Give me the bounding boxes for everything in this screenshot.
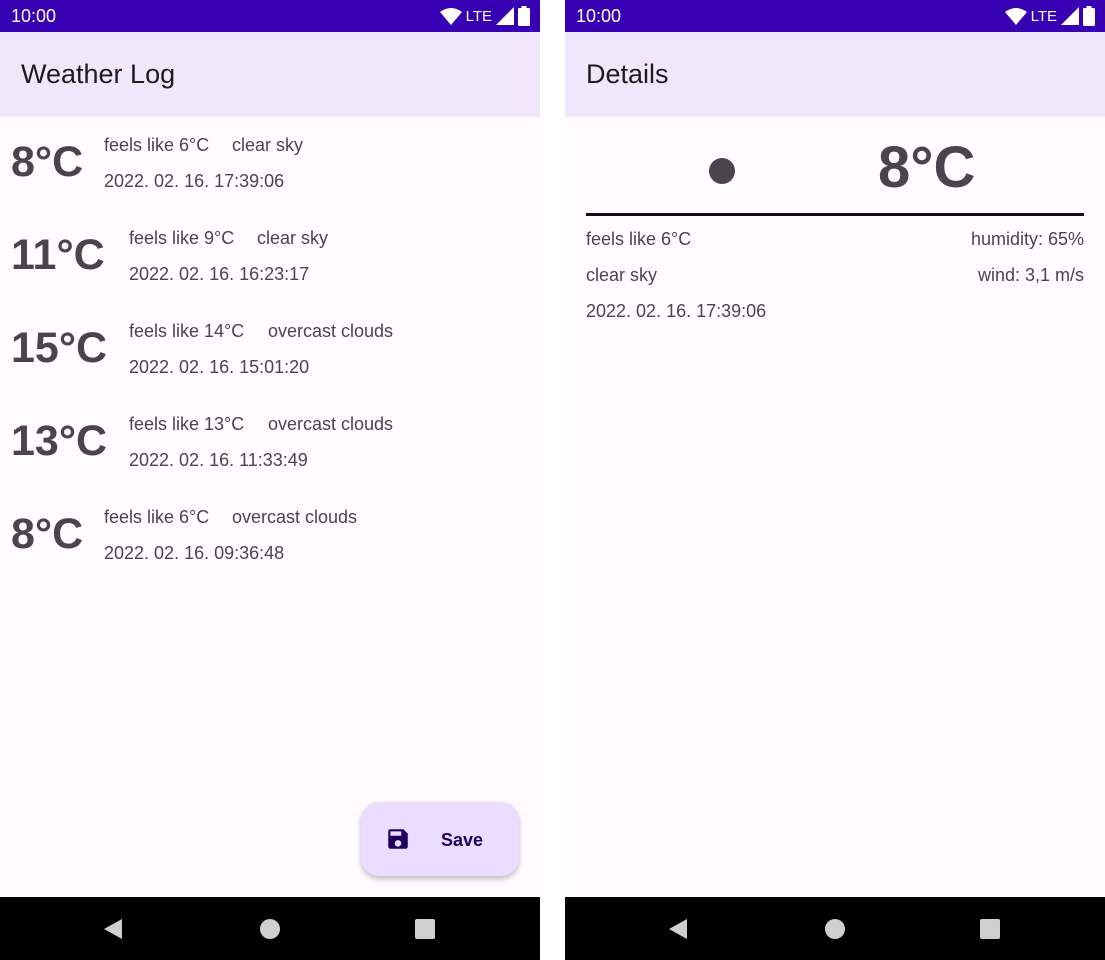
log-list-item[interactable]: 8°C feels like 6°C overcast clouds 2022.… <box>0 502 540 595</box>
detail-humidity: humidity: 65% <box>970 229 1084 249</box>
recents-icon[interactable] <box>976 915 1004 943</box>
log-datetime: 2022. 02. 16. 17:39:06 <box>104 171 285 191</box>
page-title: Details <box>586 59 669 89</box>
status-icons: LTE <box>439 6 530 26</box>
back-icon[interactable] <box>100 915 128 943</box>
status-bar: 10:00 LTE <box>0 0 540 32</box>
save-icon <box>388 829 408 849</box>
details-screen: 10:00 LTE Details 8°C feels like 6°C hum… <box>565 0 1105 960</box>
top-app-bar: Weather Log <box>0 32 540 117</box>
network-type-label: LTE <box>465 7 492 25</box>
log-feels-like: feels like 9°C <box>129 228 235 248</box>
status-time: 10:00 <box>11 6 57 26</box>
weather-log-screen: 10:00 LTE Weather Log 8°C feels like 6°C… <box>0 0 540 960</box>
system-nav-bar <box>0 897 540 960</box>
recents-icon[interactable] <box>411 915 439 943</box>
back-icon[interactable] <box>665 915 693 943</box>
home-icon[interactable] <box>256 915 284 943</box>
log-feels-like: feels like 6°C <box>104 507 210 527</box>
wifi-icon <box>439 8 462 25</box>
log-datetime: 2022. 02. 16. 15:01:20 <box>129 357 310 377</box>
status-time: 10:00 <box>576 6 622 26</box>
log-datetime: 2022. 02. 16. 09:36:48 <box>104 543 285 563</box>
battery-icon <box>1083 6 1095 26</box>
system-nav-bar <box>565 897 1105 960</box>
status-icons: LTE <box>1004 6 1095 26</box>
log-feels-like: feels like 13°C <box>129 414 245 434</box>
log-temperature: 11°C <box>11 231 105 279</box>
log-temperature: 8°C <box>11 138 84 186</box>
log-list-item[interactable]: 11°C feels like 9°C clear sky 2022. 02. … <box>0 223 540 316</box>
detail-wind: wind: 3,1 m/s <box>977 265 1084 285</box>
save-button[interactable]: Save <box>361 802 519 876</box>
detail-temperature: 8°C <box>878 135 976 200</box>
signal-icon <box>496 7 514 25</box>
log-temperature: 8°C <box>11 510 84 558</box>
detail-description: clear sky <box>586 265 658 285</box>
save-button-label: Save <box>441 830 484 850</box>
log-description: clear sky <box>257 228 329 248</box>
log-temperature: 13°C <box>11 417 108 465</box>
log-description: clear sky <box>232 135 304 155</box>
wifi-icon <box>1004 8 1027 25</box>
home-icon[interactable] <box>821 915 849 943</box>
log-list-item[interactable]: 8°C feels like 6°C clear sky 2022. 02. 1… <box>0 130 540 223</box>
network-type-label: LTE <box>1030 7 1057 25</box>
page-title: Weather Log <box>21 59 176 89</box>
log-feels-like: feels like 14°C <box>129 321 245 341</box>
log-datetime: 2022. 02. 16. 11:33:49 <box>129 450 308 470</box>
battery-icon <box>518 6 530 26</box>
signal-icon <box>1061 7 1079 25</box>
weather-dot-icon <box>709 158 735 184</box>
log-feels-like: feels like 6°C <box>104 135 210 155</box>
log-description: overcast clouds <box>232 507 358 527</box>
log-datetime: 2022. 02. 16. 16:23:17 <box>129 264 310 284</box>
log-temperature: 15°C <box>11 324 108 372</box>
divider <box>586 213 1084 216</box>
log-list-item[interactable]: 13°C feels like 13°C overcast clouds 202… <box>0 409 540 502</box>
status-bar: 10:00 LTE <box>565 0 1105 32</box>
log-description: overcast clouds <box>268 414 394 434</box>
log-list-item[interactable]: 15°C feels like 14°C overcast clouds 202… <box>0 316 540 409</box>
detail-feels-like: feels like 6°C <box>586 229 692 249</box>
top-app-bar: Details <box>565 32 1105 117</box>
detail-datetime: 2022. 02. 16. 17:39:06 <box>586 301 767 321</box>
log-description: overcast clouds <box>268 321 394 341</box>
